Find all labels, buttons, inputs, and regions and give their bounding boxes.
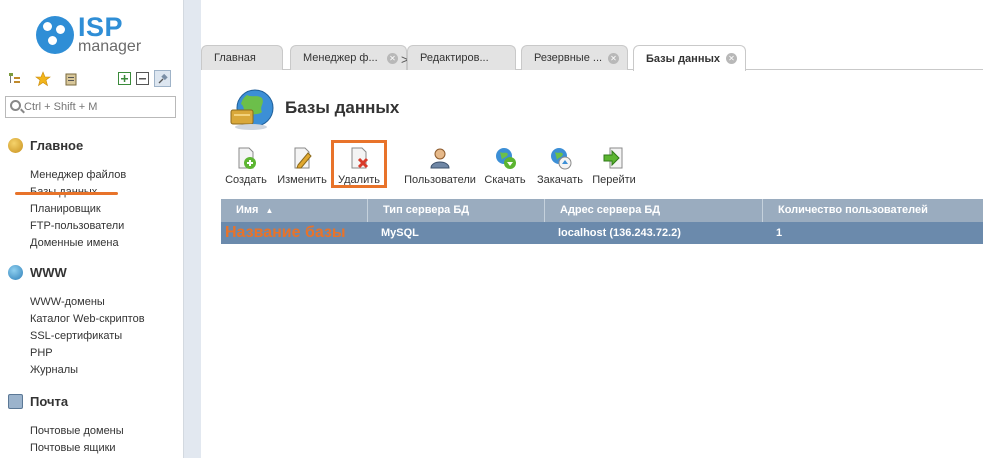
edit-icon bbox=[290, 146, 314, 170]
sidebar-item-scheduler[interactable]: Планировщик bbox=[30, 201, 178, 218]
toolbar-button-label: Скачать bbox=[484, 174, 526, 186]
clipboard-icon[interactable] bbox=[62, 70, 79, 87]
column-header-user-count[interactable]: Количество пользователей bbox=[763, 199, 983, 222]
databases-highlight-underline bbox=[15, 192, 118, 195]
cell-database-name: Название базы bbox=[225, 224, 346, 241]
upload-button[interactable]: Закачать bbox=[535, 145, 585, 190]
create-button[interactable]: Создать bbox=[221, 145, 271, 190]
sidebar-item-php[interactable]: PHP bbox=[30, 345, 178, 362]
sort-ascending-icon: ▲ bbox=[265, 206, 274, 215]
toolbar-button-label: Изменить bbox=[277, 174, 327, 186]
sidebar-item-domain-names[interactable]: Доменные имена bbox=[30, 235, 178, 252]
sidebar-item-file-manager[interactable]: Менеджер файлов bbox=[30, 167, 178, 184]
tab-bar: Главная Менеджер ф... ✕ > Редактиров... … bbox=[201, 0, 983, 71]
users-button[interactable]: Пользователи bbox=[403, 145, 477, 190]
download-icon bbox=[493, 146, 517, 170]
databases-table: Имя ▲ Тип сервера БД Адрес сервера БД Ко… bbox=[221, 199, 983, 244]
sidebar-group-main-header[interactable]: Главное bbox=[8, 136, 178, 154]
globe-icon bbox=[8, 264, 23, 280]
sidebar-group-www: WWW WWW-домены Каталог Web-скриптов SSL-… bbox=[8, 263, 178, 379]
pin-icon[interactable] bbox=[154, 70, 171, 87]
goto-button[interactable]: Перейти bbox=[591, 145, 637, 190]
create-icon bbox=[234, 146, 258, 170]
toolbar-button-label: Закачать bbox=[536, 174, 584, 186]
close-icon[interactable]: ✕ bbox=[726, 53, 737, 64]
tab-label: Базы данных bbox=[646, 52, 720, 65]
edit-button[interactable]: Изменить bbox=[275, 145, 329, 190]
sidebar-toolbar bbox=[6, 70, 176, 88]
sidebar-item-mail-domains[interactable]: Почтовые домены bbox=[30, 423, 178, 440]
delete-highlight-frame bbox=[331, 140, 387, 188]
tab-editor[interactable]: Редактиров... bbox=[407, 45, 516, 70]
sidebar-group-mail-header[interactable]: Почта bbox=[8, 392, 178, 410]
sidebar-search-field[interactable] bbox=[5, 96, 176, 118]
sidebar-item-mailboxes[interactable]: Почтовые ящики bbox=[30, 440, 178, 457]
close-icon[interactable]: ✕ bbox=[387, 53, 398, 64]
sidebar-item-ftp-users[interactable]: FTP-пользователи bbox=[30, 218, 178, 235]
sidebar: ISP manager Ctrl + Shift + M Главное Мен… bbox=[0, 0, 183, 458]
download-button[interactable]: Скачать bbox=[483, 145, 527, 190]
sidebar-item-ssl-certificates[interactable]: SSL-сертификаты bbox=[30, 328, 178, 345]
goto-icon bbox=[602, 146, 626, 170]
sidebar-item-logs[interactable]: Журналы bbox=[30, 362, 178, 379]
sidebar-group-www-header[interactable]: WWW bbox=[8, 263, 178, 281]
column-header-label: Имя bbox=[236, 204, 259, 216]
tab-backups[interactable]: Резервные ... ✕ bbox=[521, 45, 628, 70]
page-title: Базы данных bbox=[285, 98, 400, 117]
tab-label: Менеджер ф... bbox=[303, 52, 378, 64]
tab-file-manager[interactable]: Менеджер ф... ✕ bbox=[290, 45, 407, 70]
toolbar-button-label: Создать bbox=[225, 174, 267, 186]
tab-main[interactable]: Главная bbox=[201, 45, 283, 70]
cell-server-address: localhost (136.243.72.2) bbox=[558, 227, 681, 239]
sidebar-search-input[interactable] bbox=[24, 99, 174, 115]
sidebar-item-www-domains[interactable]: WWW-домены bbox=[30, 294, 178, 311]
column-header-server-address[interactable]: Адрес сервера БД bbox=[545, 199, 763, 222]
sidebar-group-title: WWW bbox=[30, 264, 67, 280]
sidebar-splitter[interactable] bbox=[183, 0, 201, 458]
sidebar-group-title: Почта bbox=[30, 393, 69, 409]
isp-manager-logo[interactable]: ISP manager bbox=[36, 12, 156, 56]
collapse-icon[interactable] bbox=[134, 70, 151, 87]
column-header-name[interactable]: Имя ▲ bbox=[221, 199, 368, 222]
search-icon bbox=[10, 100, 21, 111]
sidebar-group-mail: Почта Почтовые домены Почтовые ящики bbox=[8, 392, 178, 457]
column-header-label: Количество пользователей bbox=[778, 204, 928, 216]
tab-label: Резервные ... bbox=[534, 52, 603, 64]
toolbar-button-label: Пользователи bbox=[404, 174, 476, 186]
tab-databases[interactable]: Базы данных ✕ bbox=[633, 45, 746, 71]
logo-mark-icon bbox=[36, 16, 74, 54]
tab-label: Главная bbox=[214, 52, 256, 64]
star-icon[interactable] bbox=[34, 70, 51, 87]
column-header-label: Тип сервера БД bbox=[383, 204, 470, 216]
sidebar-group-title: Главное bbox=[30, 137, 84, 153]
expand-icon[interactable] bbox=[116, 70, 133, 87]
users-icon bbox=[428, 146, 452, 170]
cell-server-type: MySQL bbox=[381, 227, 419, 239]
table-row[interactable]: Название базы MySQL localhost (136.243.7… bbox=[221, 222, 983, 244]
databases-globe-icon bbox=[229, 86, 275, 132]
toolbar-button-label: Перейти bbox=[592, 174, 636, 186]
home-icon bbox=[8, 137, 23, 153]
table-header: Имя ▲ Тип сервера БД Адрес сервера БД Ко… bbox=[221, 199, 983, 222]
upload-icon bbox=[548, 146, 572, 170]
logo-text-manager: manager bbox=[78, 38, 142, 55]
isp-manager-window: ISP manager Ctrl + Shift + M Главное Мен… bbox=[0, 0, 983, 458]
mail-icon bbox=[8, 393, 23, 409]
column-header-label: Адрес сервера БД bbox=[560, 204, 661, 216]
close-icon[interactable]: ✕ bbox=[608, 53, 619, 64]
column-header-server-type[interactable]: Тип сервера БД bbox=[368, 199, 545, 222]
tab-label: Редактиров... bbox=[420, 52, 489, 64]
cell-user-count: 1 bbox=[776, 227, 783, 239]
tree-icon[interactable] bbox=[6, 70, 23, 87]
sidebar-item-web-scripts[interactable]: Каталог Web-скриптов bbox=[30, 311, 178, 328]
